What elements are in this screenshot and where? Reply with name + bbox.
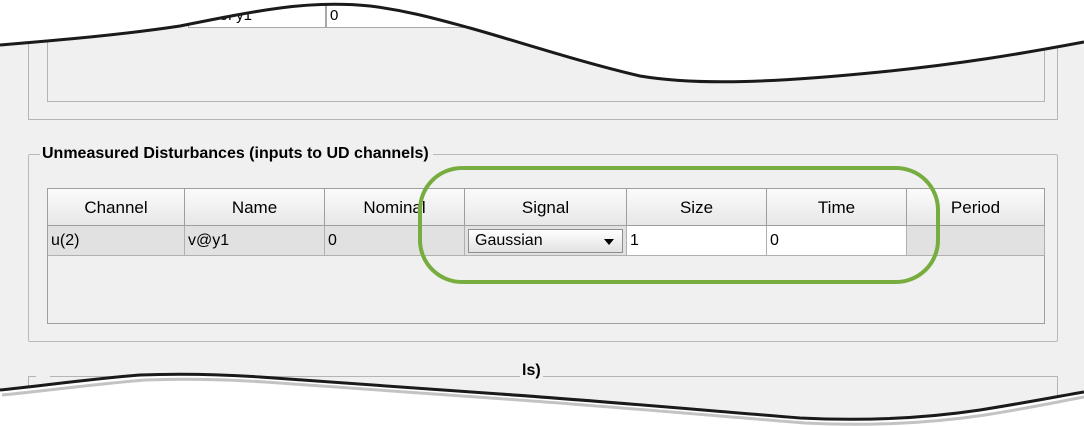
- upper-table-value-cell[interactable]: 0: [326, 4, 466, 28]
- group-title: Unmeasured Disturbances (inputs to UD ch…: [40, 144, 433, 164]
- name-value: v@y1: [188, 232, 230, 249]
- upper-table-body: [47, 4, 1045, 102]
- next-group-title-text: ls): [522, 362, 541, 379]
- nominal-value: 0: [328, 232, 337, 249]
- torn-screenshot-panel: Ref of y1 0 Unmeasured Disturbances (inp…: [0, 4, 1084, 420]
- highlight-ellipse: [418, 166, 940, 284]
- channel-value: u(2): [51, 232, 80, 249]
- col-header-name[interactable]: Name: [185, 188, 325, 226]
- ref-value-text: 0: [330, 7, 339, 24]
- next-group-title-start: [36, 370, 50, 380]
- cell-name: v@y1: [185, 226, 325, 256]
- ref-name-text: Ref of y1: [192, 7, 253, 24]
- next-group-title-fragment: ls): [520, 362, 543, 380]
- cell-channel: u(2): [47, 226, 185, 256]
- next-group-box: [28, 376, 1058, 420]
- col-header-channel[interactable]: Channel: [47, 188, 185, 226]
- upper-table-name-cell[interactable]: Ref of y1: [188, 4, 326, 28]
